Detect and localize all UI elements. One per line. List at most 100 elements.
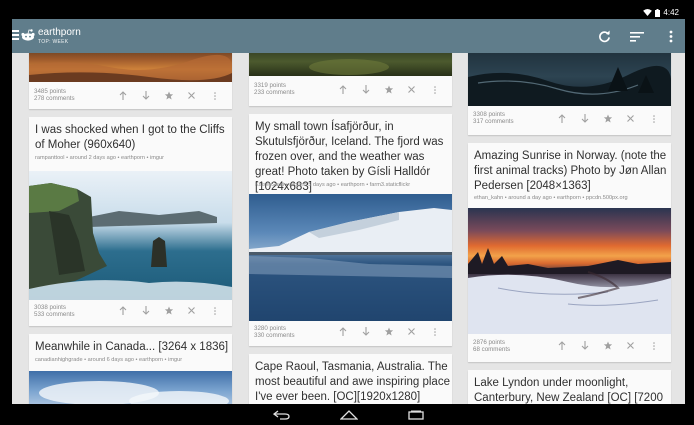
comments-count: 533 comments xyxy=(34,311,75,318)
points-count: 3308 points xyxy=(473,111,505,118)
hide-button[interactable] xyxy=(180,307,203,314)
post-title[interactable]: Meanwhile in Canada... [3264 x 1836] xyxy=(35,340,232,355)
upvote-button[interactable] xyxy=(550,114,573,123)
hide-button[interactable] xyxy=(400,86,423,93)
post-card-1[interactable]: 3485 points 278 comments xyxy=(29,53,232,109)
more-button[interactable] xyxy=(203,91,226,100)
save-button[interactable] xyxy=(596,341,619,350)
upvote-icon xyxy=(339,85,346,94)
post-thumbnail[interactable] xyxy=(249,53,452,76)
close-icon xyxy=(408,86,415,93)
comments-count: 233 comments xyxy=(254,89,295,96)
more-button[interactable] xyxy=(642,341,665,350)
star-icon xyxy=(384,327,393,336)
downvote-icon xyxy=(581,114,588,123)
sort-button[interactable] xyxy=(628,27,646,45)
save-button[interactable] xyxy=(596,114,619,123)
save-button[interactable] xyxy=(157,306,180,315)
post-stats: 3280 points 330 comments xyxy=(254,325,295,339)
post-thumbnail[interactable] xyxy=(249,194,452,321)
post-card-2[interactable]: I was shocked when I got to the Cliffs o… xyxy=(29,117,232,326)
post-title[interactable]: Cape Raoul, Tasmania, Australia. The mos… xyxy=(255,360,450,404)
overflow-menu-button[interactable] xyxy=(662,27,680,45)
save-button[interactable] xyxy=(377,327,400,336)
comments-count: 68 comments xyxy=(473,346,511,353)
star-icon xyxy=(164,91,173,100)
post-card-4[interactable]: 3319 points 233 comments xyxy=(249,53,452,106)
more-button[interactable] xyxy=(423,327,446,336)
home-button[interactable] xyxy=(337,407,361,422)
recents-button[interactable] xyxy=(404,407,428,422)
upvote-button[interactable] xyxy=(331,85,354,94)
hide-button[interactable] xyxy=(400,328,423,335)
more-button[interactable] xyxy=(203,306,226,315)
points-count: 3485 points xyxy=(34,88,66,95)
status-bar: 4:42 xyxy=(12,7,685,19)
more-icon xyxy=(652,114,655,123)
post-title[interactable]: I was shocked when I got to the Cliffs o… xyxy=(35,123,227,153)
post-thumbnail[interactable] xyxy=(29,53,232,82)
save-button[interactable] xyxy=(157,91,180,100)
points-count: 3319 points xyxy=(254,82,286,89)
downvote-button[interactable] xyxy=(354,85,377,94)
comments-count: 330 comments xyxy=(254,332,295,339)
star-icon xyxy=(603,341,612,350)
star-icon xyxy=(384,85,393,94)
downvote-icon xyxy=(362,85,369,94)
post-title[interactable]: Lake Lyndon under moonlight, Canterbury,… xyxy=(474,376,664,404)
downvote-icon xyxy=(142,306,149,315)
close-icon xyxy=(408,328,415,335)
thumbnail-art xyxy=(29,54,232,82)
post-thumbnail[interactable] xyxy=(29,171,232,300)
hide-button[interactable] xyxy=(619,342,642,349)
post-card-9[interactable]: Lake Lyndon under moonlight, Canterbury,… xyxy=(468,370,671,404)
post-card-5[interactable]: My small town Ísafjörður, in Skutulsfjör… xyxy=(249,114,452,346)
post-card-6[interactable]: Cape Raoul, Tasmania, Australia. The mos… xyxy=(249,354,452,404)
upvote-button[interactable] xyxy=(111,91,134,100)
downvote-icon xyxy=(142,91,149,100)
post-actions xyxy=(331,327,446,336)
downvote-button[interactable] xyxy=(134,91,157,100)
more-icon xyxy=(433,85,436,94)
reddit-alien-icon xyxy=(21,29,35,41)
post-stats: 2876 points 68 comments xyxy=(473,339,510,353)
back-icon xyxy=(273,409,290,420)
post-actions xyxy=(550,114,665,123)
post-card-7[interactable]: 3308 points 317 comments xyxy=(468,53,671,135)
post-actions xyxy=(550,341,665,350)
post-title[interactable]: Amazing Sunrise in Norway. (note the fir… xyxy=(474,149,669,194)
post-actions xyxy=(331,85,446,94)
post-card-3[interactable]: Meanwhile in Canada... [3264 x 1836] can… xyxy=(29,334,232,404)
upvote-icon xyxy=(119,91,126,100)
downvote-button[interactable] xyxy=(354,327,377,336)
downvote-button[interactable] xyxy=(573,114,596,123)
star-icon xyxy=(164,306,173,315)
close-icon xyxy=(627,115,634,122)
thumbnail-art xyxy=(309,59,389,75)
post-thumbnail[interactable] xyxy=(468,208,671,334)
back-button[interactable] xyxy=(270,407,294,422)
post-actions xyxy=(111,91,226,100)
thumbnail-art xyxy=(249,208,452,321)
post-stats: 3038 points 533 comments xyxy=(34,304,75,318)
post-card-8[interactable]: Amazing Sunrise in Norway. (note the fir… xyxy=(468,143,671,362)
post-grid: 3485 points 278 comments I was shocked w… xyxy=(12,53,685,404)
status-time: 4:42 xyxy=(663,8,679,17)
refresh-button[interactable] xyxy=(595,27,613,45)
hide-button[interactable] xyxy=(180,92,203,99)
hide-button[interactable] xyxy=(619,115,642,122)
upvote-button[interactable] xyxy=(111,306,134,315)
post-thumbnail[interactable] xyxy=(468,53,671,106)
battery-icon xyxy=(655,8,661,17)
post-thumbnail[interactable] xyxy=(29,371,232,404)
upvote-button[interactable] xyxy=(550,341,573,350)
post-actions xyxy=(111,306,226,315)
more-button[interactable] xyxy=(423,85,446,94)
points-count: 2876 points xyxy=(473,339,505,346)
save-button[interactable] xyxy=(377,85,400,94)
upvote-button[interactable] xyxy=(331,327,354,336)
downvote-button[interactable] xyxy=(134,306,157,315)
more-button[interactable] xyxy=(642,114,665,123)
downvote-button[interactable] xyxy=(573,341,596,350)
menu-icon[interactable] xyxy=(12,30,20,40)
